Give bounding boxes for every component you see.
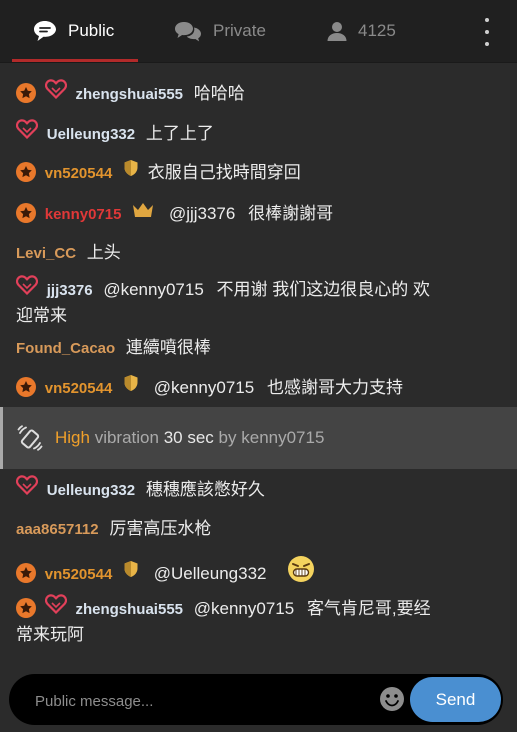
user-icon — [326, 20, 348, 42]
username[interactable]: vn520544 — [45, 165, 113, 182]
send-button[interactable]: Send — [410, 677, 501, 722]
chat-message: jjj3376 @kenny0715 不用谢 我们这边很良心的 欢 迎常来 — [15, 275, 486, 328]
active-tab-indicator — [12, 59, 138, 62]
username[interactable]: vn520544 — [45, 380, 113, 397]
tab-public-label: Public — [68, 21, 115, 40]
message-text: 穗穗應該憋好久 — [145, 479, 265, 499]
chat-message-list-lower[interactable]: Uelleung332 穗穗應該憋好久 aaa8657112 厉害高压水枪 vn… — [0, 470, 517, 660]
vibration-notice: High vibration 30 sec by kenny0715 — [0, 407, 517, 469]
mention[interactable]: @kenny0715 — [154, 378, 254, 397]
star-badge-icon — [16, 161, 36, 182]
message-text-continued: 常来玩阿 — [16, 625, 84, 644]
mention[interactable]: @jjj3376 — [169, 204, 235, 223]
star-badge-icon — [16, 202, 36, 223]
tab-private[interactable]: Private — [173, 0, 266, 62]
heart-badge-icon — [15, 275, 39, 302]
username[interactable]: zhengshuai555 — [75, 601, 183, 618]
username[interactable]: Uelleung332 — [47, 482, 135, 499]
star-badge-icon — [16, 597, 36, 618]
public-message-input[interactable] — [33, 687, 367, 715]
chat-message: vn520544 @kenny0715 也感謝哥大力支持 — [16, 374, 486, 401]
message-text: 也感謝哥大力支持 — [266, 378, 403, 397]
chat-message: Levi_CC 上头 — [16, 241, 486, 266]
username[interactable]: Found_Cacao — [16, 340, 115, 357]
chat-bubble-icon — [32, 19, 58, 43]
tab-public[interactable]: Public — [32, 0, 114, 62]
private-chat-icon — [173, 20, 203, 42]
message-text: 上头 — [86, 243, 121, 262]
shield-badge-icon — [123, 159, 139, 184]
vibration-icon — [17, 425, 43, 451]
star-badge-icon — [16, 82, 36, 103]
shield-badge-icon — [123, 560, 139, 585]
vibration-level: High — [55, 428, 90, 447]
message-text: 不用谢 我们这边很良心的 欢 — [216, 279, 430, 299]
heart-badge-icon — [44, 594, 67, 621]
chat-message: Uelleung332 穗穗應該憋好久 — [15, 475, 486, 504]
message-text-continued: 迎常来 — [16, 306, 67, 325]
star-badge-icon — [16, 376, 36, 397]
smiley-icon[interactable] — [379, 686, 405, 712]
message-composer: Send — [9, 674, 503, 725]
shield-badge-icon — [123, 374, 139, 399]
username[interactable]: vn520544 — [45, 566, 113, 583]
menu-dot — [485, 18, 489, 22]
mention[interactable]: @kenny0715 — [103, 280, 203, 299]
chat-message: vn520544 @Uelleung332 — [16, 555, 486, 592]
chat-message: Found_Cacao 連續噴很棒 — [16, 336, 486, 361]
menu-dot — [485, 42, 489, 46]
vibration-word: vibration — [94, 428, 159, 447]
crown-badge-icon — [132, 201, 154, 225]
message-text: 厉害高压水枪 — [109, 519, 212, 538]
message-text: 連續噴很棒 — [125, 338, 211, 357]
tab-viewers[interactable]: 4125 — [326, 0, 396, 62]
vibration-duration: 30 sec — [163, 428, 214, 447]
message-text: 上了上了 — [145, 123, 214, 143]
heart-badge-icon — [44, 79, 67, 106]
viewer-count: 4125 — [358, 21, 396, 40]
heart-badge-icon — [15, 475, 39, 502]
message-text: 很棒謝謝哥 — [248, 204, 334, 223]
mention[interactable]: @kenny0715 — [194, 599, 294, 618]
tab-private-label: Private — [213, 21, 266, 40]
message-text: 衣服自己找時間穿回 — [147, 163, 301, 182]
username[interactable]: zhengshuai555 — [75, 86, 183, 103]
username[interactable]: aaa8657112 — [16, 521, 99, 538]
chat-tabs: Public Private 4125 — [0, 0, 517, 63]
username[interactable]: Uelleung332 — [47, 126, 135, 143]
chat-message: vn520544 衣服自己找時間穿回 — [16, 159, 486, 186]
message-text: 客气肯尼哥,要经 — [306, 598, 431, 618]
vibration-by: by — [218, 428, 237, 447]
chat-message: Uelleung332 上了上了 — [15, 119, 486, 148]
mention[interactable]: @Uelleung332 — [154, 564, 267, 583]
chat-message: aaa8657112 厉害高压水枪 — [16, 517, 486, 542]
username[interactable]: jjj3376 — [47, 282, 93, 299]
chat-message: zhengshuai555 @kenny0715 客气肯尼哥,要经 常来玩阿 — [16, 594, 486, 647]
username[interactable]: kenny0715 — [45, 206, 122, 223]
grinning-emoji-icon — [287, 555, 315, 590]
chat-message: kenny0715 @jjj3376 很棒謝謝哥 — [16, 202, 486, 227]
more-menu-button[interactable] — [478, 18, 496, 46]
username[interactable]: Levi_CC — [16, 245, 76, 262]
vibration-user[interactable]: kenny0715 — [241, 428, 324, 448]
star-badge-icon — [16, 562, 36, 583]
heart-badge-icon — [15, 119, 39, 146]
message-text: 哈哈哈 — [193, 83, 245, 103]
menu-dot — [485, 30, 489, 34]
chat-message: zhengshuai555 哈哈哈 — [16, 79, 486, 108]
